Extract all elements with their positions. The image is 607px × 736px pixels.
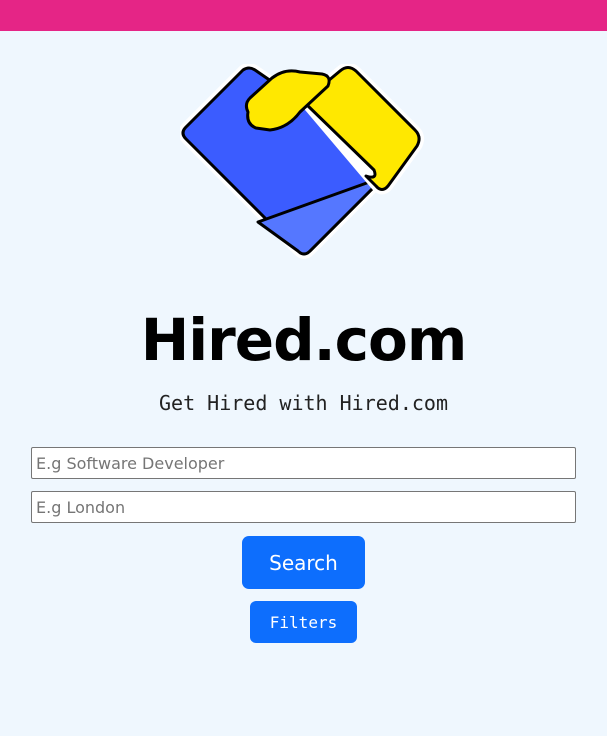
- search-button[interactable]: Search: [242, 536, 365, 589]
- page-title: Hired.com: [140, 306, 468, 374]
- tagline: Get Hired with Hired.com: [159, 391, 448, 415]
- handshake-heart-logo-icon: [180, 64, 425, 259]
- filters-button[interactable]: Filters: [250, 601, 357, 643]
- location-input[interactable]: [31, 491, 576, 523]
- job-title-input[interactable]: [31, 447, 576, 479]
- top-bar: [0, 0, 607, 31]
